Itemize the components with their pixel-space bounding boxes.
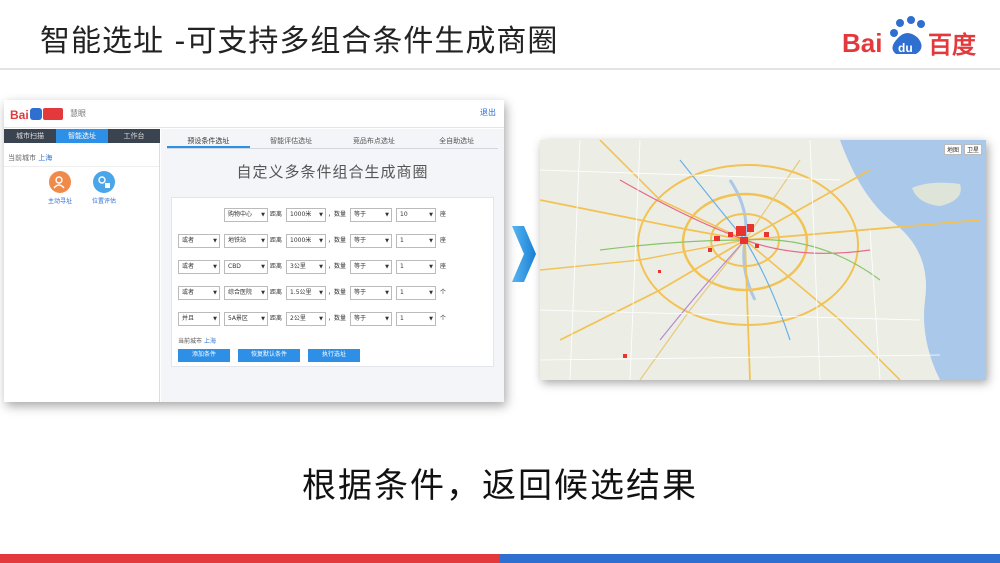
tab-competitor[interactable]: 竞品布点选址 xyxy=(333,135,416,148)
count-label: ，数量 xyxy=(328,289,347,296)
location-eval-icon xyxy=(93,171,115,193)
distance-select[interactable]: 1000米 ▼ xyxy=(286,208,326,222)
count-label: ，数量 xyxy=(328,211,347,218)
tab-workbench[interactable]: 工作台 xyxy=(108,129,160,143)
reset-conditions-button[interactable]: 恢复默认条件 xyxy=(238,349,300,362)
header-divider xyxy=(0,68,1000,70)
user-search-icon xyxy=(49,171,71,193)
poi-select[interactable]: CBD ▼ xyxy=(224,260,268,274)
svg-text:Bai: Bai xyxy=(842,28,882,58)
add-condition-button[interactable]: 添加条件 xyxy=(178,349,230,362)
operator-select[interactable]: 等于 ▼ xyxy=(350,286,392,300)
count-label: ，数量 xyxy=(328,263,347,270)
operator-select[interactable]: 等于 ▼ xyxy=(350,312,392,326)
number-select[interactable]: 1 ▼ xyxy=(396,260,436,274)
form-current-city: 当前城市 上海 xyxy=(178,336,216,345)
footer-bar-blue xyxy=(500,554,1000,563)
unit-label: 个 xyxy=(440,289,447,296)
map-type-controls: 地图 卫星 xyxy=(943,144,982,155)
map-type-satellite[interactable]: 卫星 xyxy=(963,144,982,155)
logic-select[interactable]: 或者 ▼ xyxy=(178,286,220,300)
logic-select[interactable]: 并且 ▼ xyxy=(178,312,220,326)
logout-link[interactable]: 退出 xyxy=(480,107,496,118)
left-tab-bar: 城市扫描 智能选址 工作台 xyxy=(4,129,160,143)
number-select[interactable]: 1 ▼ xyxy=(396,286,436,300)
map-canvas xyxy=(540,140,986,380)
logic-select[interactable]: 或者 ▼ xyxy=(178,234,220,248)
svg-text:Bai: Bai xyxy=(10,108,29,122)
count-label: ，数量 xyxy=(328,237,347,244)
app-topbar: Bai 慧眼 退出 xyxy=(4,100,504,128)
slide-title: 智能选址 -可支持多组合条件生成商圈 xyxy=(40,24,559,59)
distance-label: 距离 xyxy=(270,211,283,218)
map-type-map[interactable]: 地图 xyxy=(943,144,962,155)
number-select[interactable]: 10 ▼ xyxy=(396,208,436,222)
distance-label: 距离 xyxy=(270,237,283,244)
distance-select[interactable]: 3公里 ▼ xyxy=(286,260,326,274)
number-select[interactable]: 1 ▼ xyxy=(396,312,436,326)
logic-select[interactable]: 或者 ▼ xyxy=(178,260,220,274)
tab-preset-site[interactable]: 预设条件选址 xyxy=(167,135,250,148)
poi-select[interactable]: 5A景区 ▼ xyxy=(224,312,268,326)
tool-active-search[interactable]: 主动寻址 xyxy=(40,171,80,205)
operator-select[interactable]: 等于 ▼ xyxy=(350,234,392,248)
form-city-link[interactable]: 上海 xyxy=(204,338,216,345)
distance-label: 距离 xyxy=(270,315,283,322)
number-select[interactable]: 1 ▼ xyxy=(396,234,436,248)
sub-tab-bar: 预设条件选址 智能评估选址 竞品布点选址 全自助选址 xyxy=(167,135,498,149)
tab-self-service[interactable]: 全自助选址 xyxy=(415,135,498,148)
svg-text:du: du xyxy=(898,41,913,55)
operator-select[interactable]: 等于 ▼ xyxy=(350,260,392,274)
brand-name: 百度 xyxy=(928,31,977,59)
unit-label: 座 xyxy=(440,237,447,244)
poi-select[interactable]: 购物中心 ▼ xyxy=(224,208,268,222)
unit-label: 个 xyxy=(440,315,447,322)
form-city-label: 当前城市 xyxy=(178,338,203,345)
distance-select[interactable]: 1.5公里 ▼ xyxy=(286,286,326,300)
run-site-selection-button[interactable]: 执行选址 xyxy=(308,349,360,362)
left-panel: 当前城市 上海 主动寻址 位置评估 xyxy=(4,143,160,402)
chevron-right-icon xyxy=(512,226,536,282)
app-logo: Bai xyxy=(10,108,63,122)
current-city-link[interactable]: 上海 xyxy=(38,154,52,162)
distance-label: 距离 xyxy=(270,263,283,270)
footer-bar-red xyxy=(0,554,500,563)
distance-select[interactable]: 2公里 ▼ xyxy=(286,312,326,326)
result-map[interactable]: 地图 卫星 xyxy=(540,140,986,380)
tab-city-scan[interactable]: 城市扫描 xyxy=(4,129,56,143)
operator-select[interactable]: 等于 ▼ xyxy=(350,208,392,222)
unit-label: 座 xyxy=(440,263,447,270)
tool-label: 主动寻址 xyxy=(47,198,72,205)
tab-smart-site[interactable]: 智能选址 xyxy=(56,129,108,143)
unit-label: 座 xyxy=(440,211,447,218)
condition-form: 购物中心 ▼ 距离 1000米 ▼ ，数量 等于 ▼ 10 ▼ 座 或者 ▼ 地铁站 ▼ 距… xyxy=(171,197,494,367)
tool-location-eval[interactable]: 位置评估 xyxy=(84,171,124,205)
poi-select[interactable]: 地铁站 ▼ xyxy=(224,234,268,248)
baidu-logo: Bai du 百度 xyxy=(842,16,977,59)
panel-title: 自定义多条件组合生成商圈 xyxy=(236,163,429,181)
slide-caption: 根据条件，返回候选结果 xyxy=(302,466,698,506)
current-city: 当前城市 上海 xyxy=(4,143,159,167)
poi-select[interactable]: 综合医院 ▼ xyxy=(224,286,268,300)
right-panel: 预设条件选址 智能评估选址 竞品布点选址 全自助选址 自定义多条件组合生成商圈 … xyxy=(161,129,504,402)
count-label: ，数量 xyxy=(328,315,347,322)
tool-label: 位置评估 xyxy=(91,198,116,205)
distance-select[interactable]: 1000米 ▼ xyxy=(286,234,326,248)
current-city-label: 当前城市 xyxy=(8,154,36,162)
app-screenshot: Bai 慧眼 退出 城市扫描 智能选址 工作台 当前城市 上海 主动寻址 位置评… xyxy=(4,100,504,402)
distance-label: 距离 xyxy=(270,289,283,296)
app-module-name: 慧眼 xyxy=(70,109,86,118)
tab-smart-eval[interactable]: 智能评估选址 xyxy=(250,135,333,148)
